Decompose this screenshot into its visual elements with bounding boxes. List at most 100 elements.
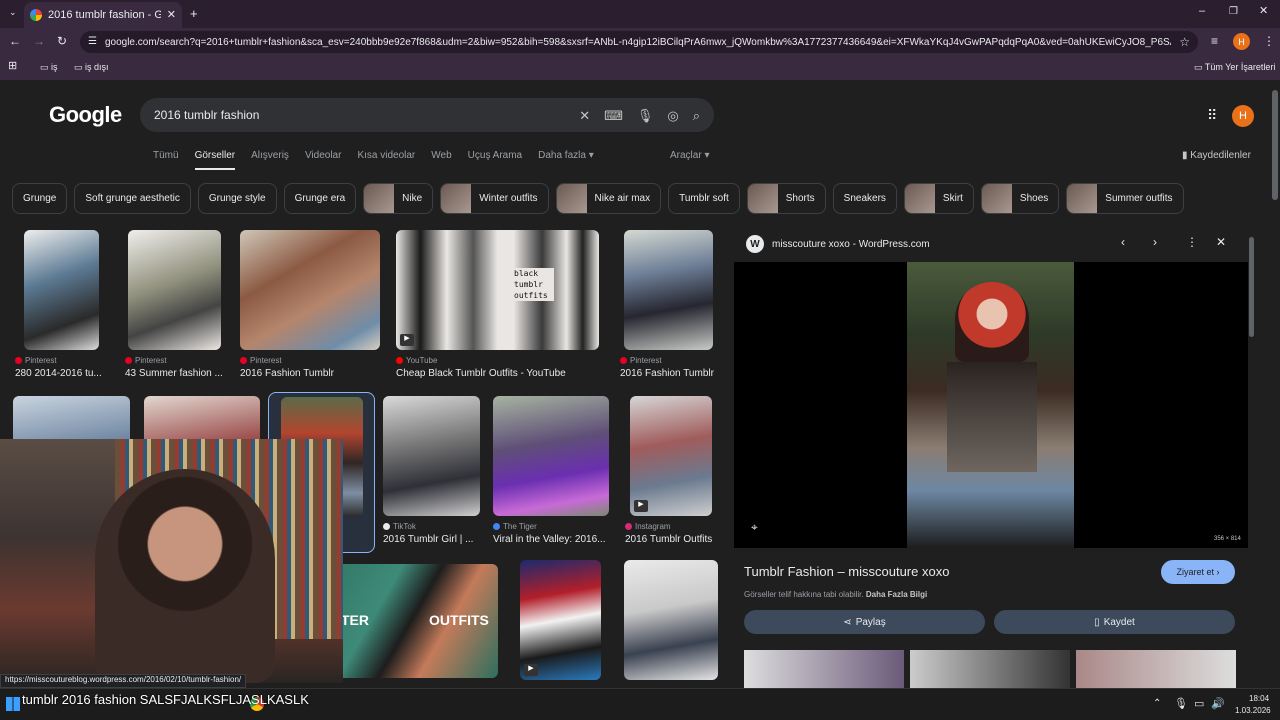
tools-menu[interactable]: Araçlar ▾ bbox=[670, 150, 710, 161]
panel-scrollbar[interactable] bbox=[1249, 237, 1254, 337]
result-card[interactable]: The Tiger Viral in the Valley: 2016... bbox=[493, 396, 609, 545]
result-card[interactable]: Pinterest 2016 Fashion Tumblr bbox=[620, 230, 716, 379]
preview-image[interactable] bbox=[907, 262, 1074, 548]
close-preview-icon[interactable]: ✕ bbox=[1216, 236, 1226, 248]
result-card[interactable]: Pinterest 2016 Fashion Tumblr bbox=[240, 230, 382, 379]
chip-grunge-style[interactable]: Grunge style bbox=[197, 183, 277, 214]
visit-button[interactable]: Ziyaret et › bbox=[1161, 560, 1235, 584]
clock-time[interactable]: 18:04 bbox=[1249, 694, 1269, 703]
result-image[interactable] bbox=[624, 230, 713, 350]
chip-sneakers[interactable]: Sneakers bbox=[832, 183, 897, 214]
chevron-down-icon: ▾ bbox=[704, 150, 710, 161]
result-image[interactable] bbox=[493, 396, 609, 516]
result-image[interactable]: ▶ bbox=[520, 560, 601, 680]
chip-soft-grunge-aesthetic[interactable]: Soft grunge aesthetic bbox=[74, 183, 191, 214]
result-image[interactable] bbox=[383, 396, 480, 516]
tab-list-icon[interactable]: ⌄ bbox=[9, 8, 17, 17]
tab-more[interactable]: Daha fazla ▾ bbox=[538, 150, 594, 170]
chip-shoes[interactable]: Shoes bbox=[980, 183, 1060, 214]
related-image[interactable] bbox=[910, 650, 1070, 688]
search-box[interactable]: 2016 tumblr fashion ✕ ⌨ 🎙 ◎ ⌕ bbox=[140, 98, 714, 132]
restore-icon[interactable]: ❐ bbox=[1229, 7, 1238, 17]
preview-source[interactable]: W misscouture xoxo - WordPress.com bbox=[746, 235, 930, 253]
save-button[interactable]: ▯ Kaydet bbox=[994, 610, 1235, 634]
chip-nike[interactable]: Nike bbox=[363, 183, 434, 214]
more-info-link[interactable]: Daha Fazla Bilgi bbox=[866, 590, 927, 599]
apps-grid-icon[interactable]: ⊞ bbox=[8, 61, 17, 72]
preview-site-name[interactable]: misscouture xoxo - WordPress.com bbox=[772, 239, 930, 250]
media-control-icon[interactable]: ≡ bbox=[1211, 35, 1218, 47]
preview-image-area[interactable]: ⌖ 356 × 814 bbox=[734, 262, 1248, 548]
result-image[interactable] bbox=[624, 560, 718, 680]
result-image[interactable] bbox=[24, 230, 99, 350]
saved-link[interactable]: ▮ Kaydedilenler bbox=[1182, 150, 1251, 161]
result-image[interactable] bbox=[240, 230, 380, 350]
browser-tab[interactable]: 2016 tumblr fashion - Google'd ✕ bbox=[24, 2, 182, 28]
chip-skirt[interactable]: Skirt bbox=[903, 183, 974, 214]
all-bookmarks-folder[interactable]: ▭ Tüm Yer İşaretleri bbox=[1194, 62, 1275, 73]
tab-short-videos[interactable]: Kısa videolar bbox=[357, 150, 415, 170]
speaker-tray-icon[interactable]: 🔊 bbox=[1211, 697, 1225, 710]
display-tray-icon[interactable]: ▭ bbox=[1194, 697, 1204, 710]
microphone-icon[interactable]: 🎙 bbox=[637, 109, 654, 122]
chip-grunge[interactable]: Grunge bbox=[12, 183, 68, 214]
result-card[interactable]: Pinterest 280 2014-2016 tu... bbox=[15, 230, 115, 379]
profile-avatar[interactable]: H bbox=[1233, 33, 1250, 50]
windows-start-icon[interactable] bbox=[6, 697, 20, 711]
google-logo[interactable]: Google bbox=[49, 102, 122, 128]
preview-title[interactable]: Tumblr Fashion – misscouture xoxo bbox=[744, 564, 949, 579]
window-close-icon[interactable]: ✕ bbox=[1259, 6, 1268, 17]
tab-images[interactable]: Görseller bbox=[194, 150, 236, 170]
result-image[interactable]: ▶ bbox=[630, 396, 712, 516]
next-icon[interactable]: › bbox=[1153, 236, 1157, 248]
result-image[interactable]: black tumblr outfits ▶ bbox=[396, 230, 599, 350]
bookmark-folder-is[interactable]: ▭ iş bbox=[40, 62, 58, 73]
share-button[interactable]: ⋖ Paylaş bbox=[744, 610, 985, 634]
clear-icon[interactable]: ✕ bbox=[579, 109, 590, 122]
chip-grunge-era[interactable]: Grunge era bbox=[283, 183, 357, 214]
scrollbar[interactable] bbox=[1272, 90, 1278, 200]
previous-icon[interactable]: ‹ bbox=[1121, 236, 1125, 248]
chip-shorts[interactable]: Shorts bbox=[746, 183, 826, 214]
related-image[interactable] bbox=[744, 650, 904, 688]
bookmark-star-icon[interactable]: ☆ bbox=[1179, 36, 1190, 48]
related-image[interactable] bbox=[1076, 650, 1236, 688]
bookmark-folder-is-disi[interactable]: ▭ iş dışı bbox=[74, 62, 109, 73]
search-input[interactable]: 2016 tumblr fashion bbox=[154, 108, 565, 122]
result-card[interactable]: ▶ Instagram 2016 Tumblr Outfits bbox=[625, 396, 715, 545]
result-image[interactable] bbox=[128, 230, 221, 350]
result-card[interactable]: ▶ bbox=[520, 560, 602, 680]
tab-web[interactable]: Web bbox=[431, 150, 451, 170]
tab-videos[interactable]: Videolar bbox=[305, 150, 342, 170]
minimize-icon[interactable]: – bbox=[1199, 6, 1205, 17]
result-card[interactable]: TikTok 2016 Tumblr Girl | ... bbox=[383, 396, 480, 545]
forward-icon[interactable]: → bbox=[33, 35, 45, 47]
chip-winter-outfits[interactable]: Winter outfits bbox=[440, 183, 549, 214]
chip-summer-outfits[interactable]: Summer outfits bbox=[1066, 183, 1184, 214]
browser-menu-icon[interactable]: ⋮ bbox=[1263, 35, 1275, 47]
google-account-avatar[interactable]: H bbox=[1232, 105, 1254, 127]
back-icon[interactable]: ← bbox=[9, 35, 21, 47]
tab-close-icon[interactable]: ✕ bbox=[167, 9, 176, 21]
lens-icon[interactable]: ◎ bbox=[667, 109, 678, 122]
clock-date[interactable]: 1.03.2026 bbox=[1235, 706, 1271, 715]
reload-icon[interactable]: ↻ bbox=[57, 35, 67, 47]
chip-nike-air-max[interactable]: Nike air max bbox=[555, 183, 662, 214]
tab-all[interactable]: Tümü bbox=[153, 150, 179, 170]
chip-tumblr-soft[interactable]: Tumblr soft bbox=[668, 183, 740, 214]
tab-shopping[interactable]: Alışveriş bbox=[251, 150, 289, 170]
google-apps-icon[interactable]: ⠿ bbox=[1207, 108, 1217, 122]
lens-search-icon[interactable]: ⌖ bbox=[751, 520, 758, 535]
address-bar[interactable]: ☰ google.com/search?q=2016+tumblr+fashio… bbox=[80, 31, 1198, 53]
tray-chevron-icon[interactable]: ⌃ bbox=[1153, 698, 1161, 709]
result-card[interactable]: Pinterest 43 Summer fashion ... bbox=[125, 230, 225, 379]
search-icon[interactable]: ⌕ bbox=[693, 109, 700, 122]
more-options-icon[interactable]: ⋮ bbox=[1186, 236, 1198, 248]
new-tab-icon[interactable]: + bbox=[190, 7, 198, 20]
result-card[interactable]: black tumblr outfits ▶ YouTube Cheap Bla… bbox=[396, 230, 601, 379]
microphone-tray-icon[interactable]: 🎙 bbox=[1174, 697, 1188, 710]
keyboard-icon[interactable]: ⌨ bbox=[604, 109, 623, 122]
site-info-icon[interactable]: ☰ bbox=[88, 37, 97, 47]
result-card[interactable] bbox=[624, 560, 718, 680]
tab-flights[interactable]: Uçuş Arama bbox=[468, 150, 522, 170]
